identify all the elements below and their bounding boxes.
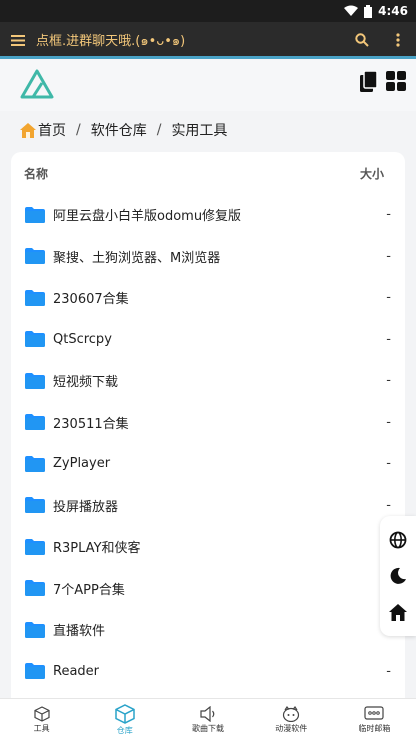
copy-icon[interactable] <box>360 71 378 93</box>
list-item[interactable]: 7个APP合集- <box>11 568 405 610</box>
menu-icon <box>11 34 25 46</box>
file-name: 直播软件 <box>53 624 106 640</box>
nav-anime-software-label: 动漫软件 <box>275 723 308 733</box>
box-icon <box>115 703 135 724</box>
nav-repository-label: 仓库 <box>116 725 133 735</box>
floating-toolbar <box>380 516 416 636</box>
file-name: 阿里云盘小白羊版odomu修复版 <box>53 209 242 225</box>
file-size: - <box>386 663 391 679</box>
file-name: 230607合集 <box>53 292 129 308</box>
wifi-icon <box>344 5 359 16</box>
file-name: Reader <box>53 663 100 679</box>
file-name: 7个APP合集 <box>53 582 125 598</box>
list-item[interactable]: R3PLAY和侠客- <box>11 526 405 568</box>
logo-icon[interactable] <box>20 69 54 99</box>
folder-icon <box>25 372 45 389</box>
list-item[interactable]: 阿里云盘小白羊版odomu修复版 - <box>11 194 405 236</box>
file-name: ZyPlayer <box>53 456 111 472</box>
file-name: 短视频下载 <box>53 375 119 391</box>
file-size: - <box>386 290 391 306</box>
nav-music-download[interactable]: 歌曲下载 <box>166 699 249 740</box>
folder-icon <box>25 580 45 597</box>
list-item[interactable]: 短视频下载 - <box>11 360 405 402</box>
status-bar: 4:46 <box>0 0 416 22</box>
globe-icon[interactable] <box>389 531 407 549</box>
list-item[interactable]: Reader - <box>11 651 405 693</box>
nav-anime-software[interactable]: 动漫软件 <box>250 699 333 740</box>
home-icon <box>20 122 36 138</box>
breadcrumb-tools[interactable]: 实用工具 <box>171 120 227 140</box>
file-name: 投屏播放器 <box>53 499 119 515</box>
folder-icon <box>25 455 45 472</box>
grid-view-icon[interactable] <box>386 71 406 91</box>
status-time: 4:46 <box>378 4 408 18</box>
list-item[interactable]: 230511合集 - <box>11 402 405 444</box>
folder-icon <box>25 538 45 555</box>
file-size: - <box>386 373 391 389</box>
app-title: 点框.进群聊天哦.(๑•ᴗ•๑) <box>36 33 186 49</box>
list-item[interactable]: 聚搜、土狗浏览器、M浏览器 - <box>11 236 405 278</box>
face-icon <box>283 705 300 722</box>
file-name: R3PLAY和侠客 <box>53 541 141 557</box>
column-name[interactable]: 名称 <box>24 165 48 182</box>
breadcrumb-home[interactable]: 首页 <box>38 120 66 140</box>
file-size: - <box>386 497 391 513</box>
file-name: QtScrcpy <box>53 331 112 347</box>
file-name: 230511合集 <box>53 416 129 432</box>
file-size: - <box>386 456 391 472</box>
search-button[interactable] <box>344 22 380 58</box>
list-header: 名称 大小 <box>11 152 405 194</box>
nav-repository[interactable]: 仓库 <box>83 699 166 740</box>
speaker-icon <box>200 705 215 722</box>
breadcrumb: 首页 / 软件仓库 / 实用工具 <box>20 120 227 140</box>
battery-icon <box>364 4 373 18</box>
nav-temp-email[interactable]: 临时邮箱 <box>333 699 416 740</box>
nav-tools-label: 工具 <box>33 723 50 733</box>
folder-icon <box>25 621 45 638</box>
site-header <box>0 59 416 111</box>
breadcrumb-separator: / <box>76 122 81 138</box>
home-icon[interactable] <box>389 603 407 621</box>
menu-button[interactable] <box>0 22 36 58</box>
file-list: 名称 大小 阿里云盘小白羊版odomu修复版 - 聚搜、土狗浏览器、M浏览器 -230… <box>11 152 405 712</box>
bottom-navigation: 工具 仓库 歌曲下载 动漫软件 临时邮箱 <box>0 698 416 740</box>
cube-icon <box>33 705 50 722</box>
column-size[interactable]: 大小 <box>360 165 384 182</box>
folder-icon <box>25 331 45 348</box>
nav-tools[interactable]: 工具 <box>0 699 83 740</box>
list-item[interactable]: QtScrcpy - <box>11 319 405 361</box>
folder-icon <box>25 248 45 265</box>
nav-music-download-label: 歌曲下载 <box>192 723 224 733</box>
file-size: - <box>386 331 391 347</box>
breadcrumb-separator: / <box>156 122 162 138</box>
folder-icon <box>25 414 45 431</box>
app-bar: 点框.进群聊天哦.(๑•ᴗ•๑) <box>0 22 416 58</box>
more-vert-icon <box>396 33 400 47</box>
list-item[interactable]: 直播软件- <box>11 609 405 651</box>
folder-icon <box>25 289 45 306</box>
list-item[interactable]: 投屏播放器 - <box>11 485 405 527</box>
list-item[interactable]: ZyPlayer - <box>11 443 405 485</box>
file-name: 聚搜、土狗浏览器、M浏览器 <box>53 250 221 266</box>
file-size: - <box>386 248 391 264</box>
folder-icon <box>25 497 45 514</box>
file-size: - <box>386 414 391 430</box>
breadcrumb-software-repo[interactable]: 软件仓库 <box>91 120 147 140</box>
dark-mode-icon[interactable] <box>389 567 407 585</box>
more-button[interactable] <box>380 22 416 58</box>
list-item[interactable]: 230607合集 - <box>11 277 405 319</box>
file-size: - <box>386 207 391 223</box>
mail-dots-icon <box>364 705 385 720</box>
folder-icon <box>25 663 45 680</box>
folder-icon <box>25 206 45 223</box>
nav-temp-email-label: 临时邮箱 <box>358 723 391 733</box>
search-icon <box>355 33 369 47</box>
